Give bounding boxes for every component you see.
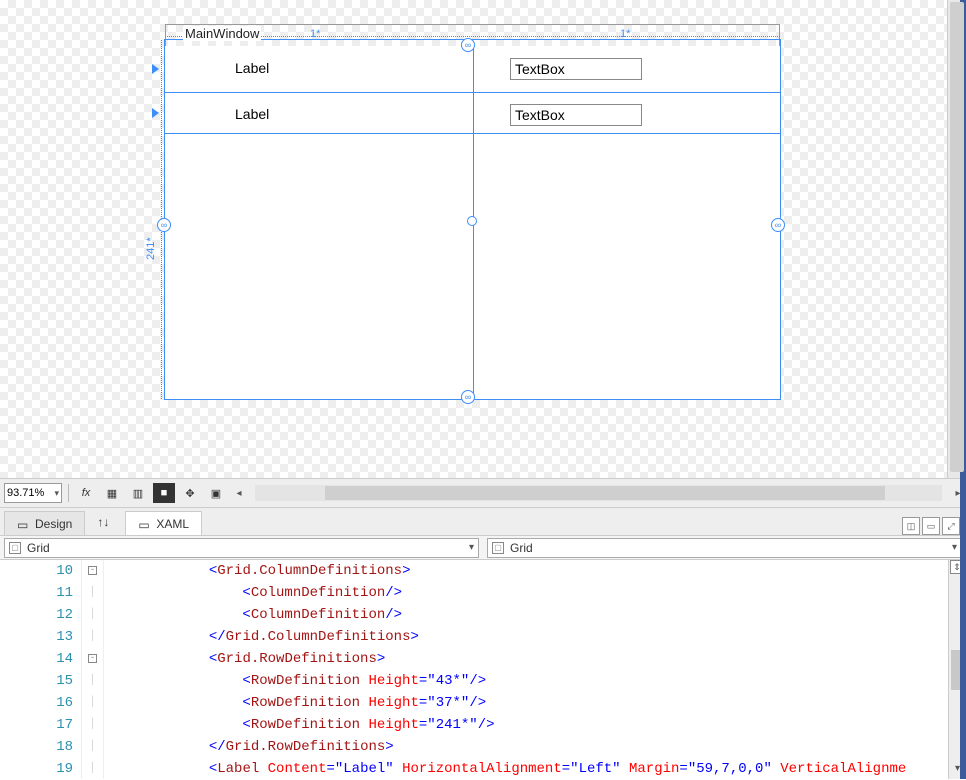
- snaplines-button[interactable]: ▥: [127, 483, 149, 503]
- outline-cell[interactable]: │: [82, 626, 103, 648]
- path-right-text: Grid: [510, 541, 533, 555]
- outline-cell[interactable]: │: [82, 692, 103, 714]
- toggle-dark-button[interactable]: ■: [153, 483, 175, 503]
- line-number: 16: [0, 692, 73, 714]
- code-line[interactable]: <RowDefinition Height="241*"/>: [108, 714, 966, 736]
- link-adorner-left-icon[interactable]: ∞: [157, 218, 171, 232]
- swap-icon: ↑↓: [97, 515, 109, 529]
- outline-cell[interactable]: │: [82, 582, 103, 604]
- tab-xaml-label: XAML: [156, 517, 189, 531]
- page-icon: ▣: [211, 487, 221, 500]
- designer-hscroll[interactable]: [255, 485, 942, 501]
- row1-gripper-icon[interactable]: [152, 108, 159, 118]
- element-icon: ▢: [492, 542, 504, 554]
- toolbar-separator: [68, 484, 69, 502]
- outline-cell[interactable]: │: [82, 736, 103, 758]
- tab-xaml[interactable]: ▭ XAML: [125, 511, 202, 535]
- collapse-pane-button[interactable]: ⤢: [942, 517, 960, 535]
- code-line[interactable]: <Grid.ColumnDefinitions>: [108, 560, 966, 582]
- line-number: 18: [0, 736, 73, 758]
- designer-canvas[interactable]: MainWindow 1* 1* 241* Label Label TextBo…: [0, 0, 966, 497]
- hscroll-left[interactable]: ◂: [231, 485, 247, 501]
- outline-toggle-icon[interactable]: -: [88, 654, 97, 663]
- link-adorner-right-icon[interactable]: ∞: [771, 218, 785, 232]
- element-path-bar: ▢ Grid ▢ Grid: [0, 536, 966, 560]
- split-v-icon: ◫: [907, 521, 916, 532]
- code-line[interactable]: <ColumnDefinition/>: [108, 604, 966, 626]
- outline-cell[interactable]: │: [82, 714, 103, 736]
- code-line[interactable]: <RowDefinition Height="37*"/>: [108, 692, 966, 714]
- textbox-0[interactable]: TextBox: [510, 58, 642, 80]
- split-vertical-button[interactable]: ◫: [902, 517, 920, 535]
- square-icon: ■: [161, 487, 168, 499]
- code-content[interactable]: <Grid.ColumnDefinitions> <ColumnDefiniti…: [104, 560, 966, 779]
- xaml-tab-icon: ▭: [138, 518, 150, 530]
- designer-toolbar: 93.71% fx ▦ ▥ ■ ✥ ▣ ◂ ▸: [0, 478, 966, 508]
- grid-snap-button[interactable]: ▦: [101, 483, 123, 503]
- line-number: 19: [0, 758, 73, 780]
- designer-vscroll-thumb[interactable]: [950, 2, 964, 472]
- window-title: MainWindow: [183, 26, 261, 41]
- label-0[interactable]: Label: [235, 60, 269, 76]
- element-icon: ▢: [9, 542, 21, 554]
- swap-panes-button[interactable]: ↑↓: [91, 511, 115, 533]
- code-line[interactable]: <Grid.RowDefinitions>: [108, 648, 966, 670]
- col1-size-label[interactable]: 1*: [620, 28, 630, 40]
- outline-toggle-icon[interactable]: -: [88, 566, 97, 575]
- outline-cell[interactable]: │: [82, 758, 103, 780]
- pane-tabstrip: ▭ Design ↑↓ ▭ XAML ◫ ▭ ⤢: [0, 508, 966, 536]
- path-combo-right[interactable]: ▢ Grid: [487, 538, 962, 558]
- outline-cell[interactable]: │: [82, 670, 103, 692]
- line-number: 13: [0, 626, 73, 648]
- grid-icon: ▦: [107, 487, 117, 500]
- textbox-1-text: TextBox: [515, 107, 565, 123]
- design-grid[interactable]: Label Label TextBox TextBox ∞ ∞ ∞ ∞: [165, 46, 780, 399]
- textbox-0-text: TextBox: [515, 61, 565, 77]
- split-h-icon: ▭: [927, 521, 936, 532]
- outline-cell[interactable]: -: [82, 560, 103, 582]
- path-left-text: Grid: [27, 541, 50, 555]
- center-adorner-icon[interactable]: [467, 216, 477, 226]
- split-horizontal-button[interactable]: ▭: [922, 517, 940, 535]
- zoom-combo[interactable]: 93.71%: [4, 483, 62, 503]
- tab-design-label: Design: [35, 517, 72, 531]
- line-number: 14: [0, 648, 73, 670]
- move-icon: ✥: [185, 487, 194, 500]
- line-number: 17: [0, 714, 73, 736]
- last-tool-button[interactable]: ▣: [205, 483, 227, 503]
- line-number: 15: [0, 670, 73, 692]
- collapse-icon: ⤢: [947, 521, 954, 532]
- col0-size-label[interactable]: 1*: [310, 28, 320, 40]
- line-number: 11: [0, 582, 73, 604]
- label-1[interactable]: Label: [235, 106, 269, 122]
- link-adorner-top-icon[interactable]: ∞: [461, 38, 475, 52]
- snaplines-icon: ▥: [133, 487, 143, 500]
- code-line[interactable]: <ColumnDefinition/>: [108, 582, 966, 604]
- code-line[interactable]: <RowDefinition Height="43*"/>: [108, 670, 966, 692]
- tab-design[interactable]: ▭ Design: [4, 511, 85, 535]
- textbox-1[interactable]: TextBox: [510, 104, 642, 126]
- fx-icon: fx: [82, 487, 91, 499]
- outline-gutter[interactable]: -│││-│││││: [82, 560, 104, 779]
- xaml-editor[interactable]: 10111213141516171819 -│││-│││││ <Grid.Co…: [0, 560, 966, 779]
- outline-cell[interactable]: -: [82, 648, 103, 670]
- row0-gripper-icon[interactable]: [152, 64, 159, 74]
- line-number-gutter: 10111213141516171819: [0, 560, 82, 779]
- code-line[interactable]: </Grid.RowDefinitions>: [108, 736, 966, 758]
- code-line[interactable]: </Grid.ColumnDefinitions>: [108, 626, 966, 648]
- designer-hscroll-thumb[interactable]: [325, 486, 885, 500]
- outline-cell[interactable]: │: [82, 604, 103, 626]
- line-number: 12: [0, 604, 73, 626]
- design-tab-icon: ▭: [17, 518, 29, 530]
- code-line[interactable]: <Label Content="Label" HorizontalAlignme…: [108, 758, 966, 779]
- effects-fx-button[interactable]: fx: [75, 483, 97, 503]
- link-adorner-bottom-icon[interactable]: ∞: [461, 390, 475, 404]
- row2-size-label[interactable]: 241*: [145, 237, 157, 260]
- line-number: 10: [0, 560, 73, 582]
- pan-button[interactable]: ✥: [179, 483, 201, 503]
- path-combo-left[interactable]: ▢ Grid: [4, 538, 479, 558]
- zoom-value: 93.71%: [7, 487, 44, 499]
